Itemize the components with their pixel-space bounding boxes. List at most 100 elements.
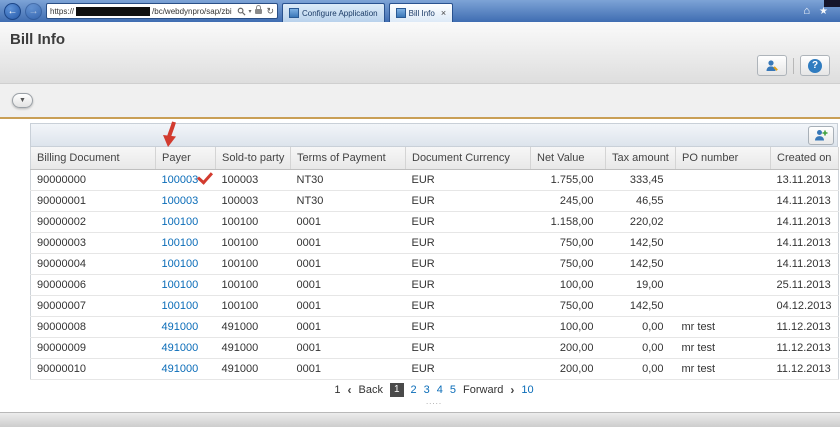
- browser-chrome: ← → https:// /bc/webdynpro/sap/zbi ▾ ↻ C…: [0, 0, 840, 22]
- back-button[interactable]: Back: [359, 384, 383, 396]
- forward-button[interactable]: Forward: [463, 384, 503, 396]
- page-number-list: 12345: [390, 383, 456, 397]
- col-net-value[interactable]: Net Value: [531, 147, 606, 169]
- cell-terms-of-payment: NT30: [291, 190, 406, 211]
- cell-created-on: 11.12.2013: [771, 316, 839, 337]
- red-arrow-annotation: [160, 120, 182, 148]
- col-payer[interactable]: Payer: [156, 147, 216, 169]
- table-row[interactable]: 900000021001001001000001EUR1.158,00220,0…: [31, 211, 839, 232]
- favorites-icon[interactable]: ★: [819, 6, 828, 17]
- cell-payer[interactable]: 100100: [156, 232, 216, 253]
- cell-created-on: 13.11.2013: [771, 169, 839, 190]
- bill-table: Billing Document Payer Sold-to party Ter…: [30, 147, 839, 380]
- tab-close-icon[interactable]: ×: [441, 9, 446, 17]
- page-last[interactable]: 10: [521, 384, 533, 396]
- tab-label: Configure Application: [302, 9, 378, 18]
- cell-created-on: 14.11.2013: [771, 190, 839, 211]
- tab-bill-info[interactable]: Bill Info ×: [389, 3, 454, 22]
- table-row[interactable]: 900000071001001001000001EUR750,00142,500…: [31, 295, 839, 316]
- cell-terms-of-payment: 0001: [291, 232, 406, 253]
- cell-tax-amount: 333,45: [606, 169, 676, 190]
- cell-payer[interactable]: 491000: [156, 358, 216, 379]
- cell-tax-amount: 220,02: [606, 211, 676, 232]
- browser-forward-button[interactable]: →: [25, 3, 42, 20]
- cell-payer[interactable]: 100100: [156, 274, 216, 295]
- home-icon[interactable]: ⌂: [803, 5, 810, 17]
- col-terms-of-payment[interactable]: Terms of Payment: [291, 147, 406, 169]
- browser-back-button[interactable]: ←: [4, 3, 21, 20]
- col-created-on[interactable]: Created on: [771, 147, 839, 169]
- col-tax-amount[interactable]: Tax amount: [606, 147, 676, 169]
- page-link[interactable]: 2: [411, 384, 417, 396]
- cell-terms-of-payment: 0001: [291, 337, 406, 358]
- cell-tax-amount: 142,50: [606, 295, 676, 316]
- cell-payer[interactable]: 491000: [156, 316, 216, 337]
- cell-net-value: 750,00: [531, 232, 606, 253]
- help-icon: ?: [808, 59, 822, 73]
- cell-tax-amount: 0,00: [606, 337, 676, 358]
- table-row[interactable]: 90000000100003100003NT30EUR1.755,00333,4…: [31, 169, 839, 190]
- cell-payer[interactable]: 100100: [156, 211, 216, 232]
- table-row[interactable]: 900000041001001001000001EUR750,00142,501…: [31, 253, 839, 274]
- cell-payer[interactable]: 100100: [156, 295, 216, 316]
- tab-configure-application[interactable]: Configure Application: [282, 3, 385, 22]
- cell-terms-of-payment: 0001: [291, 316, 406, 337]
- col-sold-to-party[interactable]: Sold-to party: [216, 147, 291, 169]
- cell-billing-document: 90000001: [31, 190, 156, 211]
- col-document-currency[interactable]: Document Currency: [406, 147, 531, 169]
- table-row[interactable]: 900000061001001001000001EUR100,0019,0025…: [31, 274, 839, 295]
- table-row[interactable]: 900000031001001001000001EUR750,00142,501…: [31, 232, 839, 253]
- cell-terms-of-payment: 0001: [291, 253, 406, 274]
- refresh-icon[interactable]: ↻: [266, 6, 274, 17]
- panel-expand-button[interactable]: ▼: [12, 93, 33, 108]
- cell-po-number: [676, 295, 771, 316]
- help-button[interactable]: ?: [800, 55, 830, 76]
- cell-tax-amount: 142,50: [606, 253, 676, 274]
- cell-sold-to-party: 100100: [216, 295, 291, 316]
- toolbar-separator: [793, 58, 794, 74]
- col-po-number[interactable]: PO number: [676, 147, 771, 169]
- table-row[interactable]: 90000001100003100003NT30EUR245,0046,5514…: [31, 190, 839, 211]
- cell-terms-of-payment: 0001: [291, 274, 406, 295]
- url-prefix: https://: [50, 7, 74, 16]
- header-actions: ?: [757, 55, 830, 76]
- col-billing-document[interactable]: Billing Document: [31, 147, 156, 169]
- personalize-button[interactable]: [757, 55, 787, 76]
- page-first[interactable]: 1: [334, 384, 340, 396]
- table-region: Billing Document Payer Sold-to party Ter…: [30, 123, 838, 405]
- tab-label: Bill Info: [409, 9, 435, 18]
- cell-sold-to-party: 491000: [216, 358, 291, 379]
- person-icon: [765, 59, 779, 73]
- cell-document-currency: EUR: [406, 169, 531, 190]
- cell-net-value: 100,00: [531, 274, 606, 295]
- cell-payer[interactable]: 100003: [156, 190, 216, 211]
- table-toolbar: [30, 123, 838, 147]
- cell-tax-amount: 0,00: [606, 358, 676, 379]
- add-person-icon: [814, 128, 828, 142]
- table-row[interactable]: 900000084910004910000001EUR100,000,00mr …: [31, 316, 839, 337]
- cell-tax-amount: 46,55: [606, 190, 676, 211]
- caret-down-icon[interactable]: ▾: [248, 8, 251, 15]
- cell-payer[interactable]: 491000: [156, 337, 216, 358]
- cell-billing-document: 90000010: [31, 358, 156, 379]
- search-icon[interactable]: [237, 7, 246, 16]
- cell-net-value: 200,00: [531, 358, 606, 379]
- page-link[interactable]: 4: [437, 384, 443, 396]
- cell-payer[interactable]: 100100: [156, 253, 216, 274]
- address-bar[interactable]: https:// /bc/webdynpro/sap/zbi ▾ ↻: [46, 3, 278, 19]
- table-row[interactable]: 900000094910004910000001EUR200,000,00mr …: [31, 337, 839, 358]
- cell-terms-of-payment: 0001: [291, 211, 406, 232]
- page-link[interactable]: 5: [450, 384, 456, 396]
- cell-sold-to-party: 100100: [216, 232, 291, 253]
- table-resize-grip[interactable]: .....: [30, 399, 838, 405]
- window-controls[interactable]: [824, 0, 840, 7]
- add-user-button[interactable]: [808, 126, 834, 145]
- cell-created-on: 11.12.2013: [771, 358, 839, 379]
- table-row[interactable]: 900000104910004910000001EUR200,000,00mr …: [31, 358, 839, 379]
- cell-net-value: 1.755,00: [531, 169, 606, 190]
- cell-billing-document: 90000009: [31, 337, 156, 358]
- page-link[interactable]: 3: [424, 384, 430, 396]
- page-current[interactable]: 1: [390, 383, 404, 397]
- cell-po-number: [676, 190, 771, 211]
- cell-sold-to-party: 100100: [216, 274, 291, 295]
